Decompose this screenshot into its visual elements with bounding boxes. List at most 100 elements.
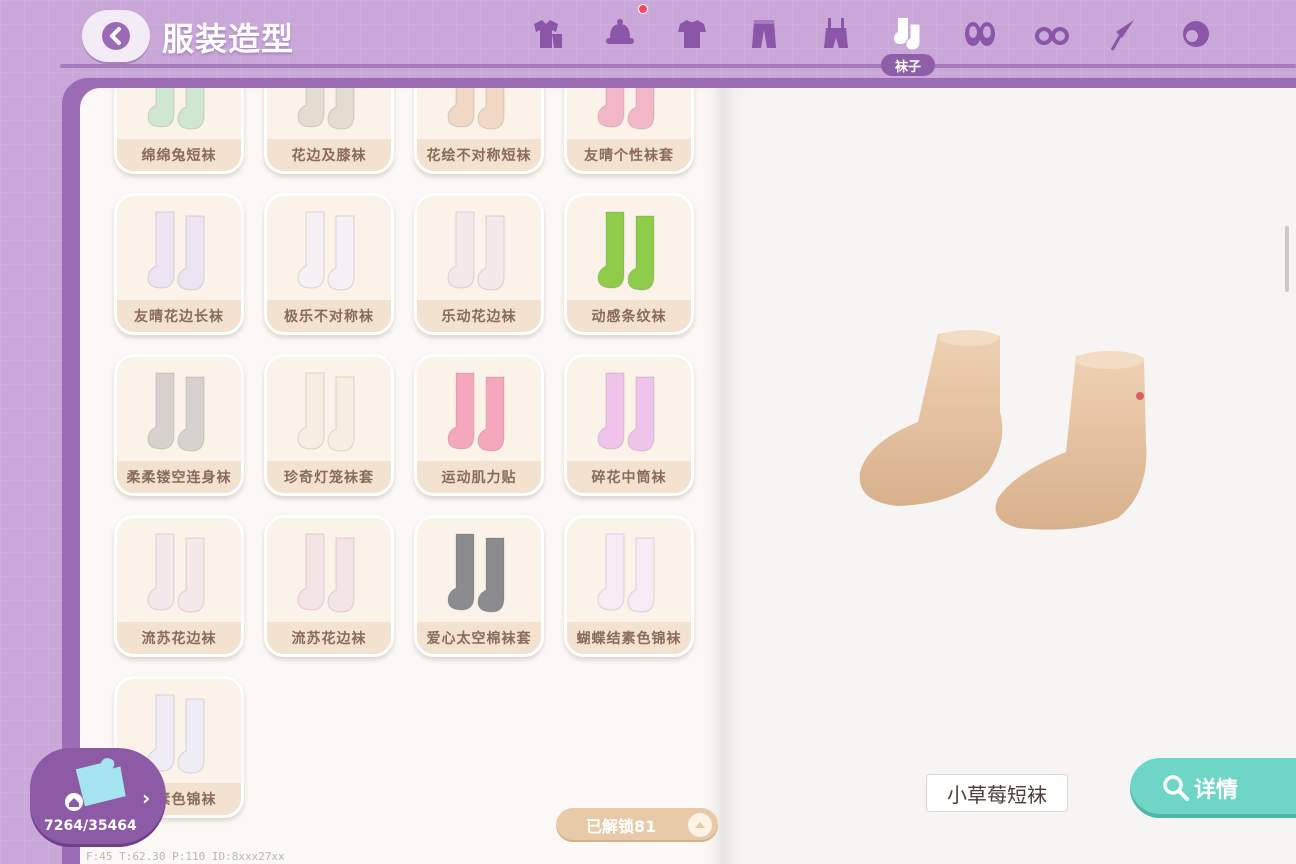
- tab-overalls[interactable]: [810, 12, 862, 56]
- item-thumbnail: [267, 518, 391, 626]
- item-thumbnail: [567, 88, 691, 143]
- item-thumbnail: [567, 518, 691, 626]
- item-card[interactable]: 爱心太空棉袜套: [414, 515, 544, 657]
- sock-icon: [447, 533, 505, 613]
- item-thumbnail: [267, 88, 391, 143]
- glasses-icon: [1035, 27, 1069, 45]
- tab-top[interactable]: [666, 12, 718, 56]
- overalls-icon: [824, 18, 848, 48]
- item-card[interactable]: 运动肌力贴: [414, 354, 544, 496]
- item-name: 花边及膝袜: [267, 139, 391, 171]
- sock-preview-image: [859, 330, 1147, 530]
- chevron-left-icon: [102, 22, 130, 50]
- category-tabs: [522, 12, 1222, 72]
- item-thumbnail: [267, 196, 391, 304]
- item-thumbnail: [117, 357, 241, 465]
- tab-glasses[interactable]: [1026, 12, 1078, 56]
- item-thumbnail: [117, 88, 241, 143]
- item-name: 蝴蝶结素色锦袜: [567, 622, 691, 654]
- sock-icon: [597, 533, 655, 613]
- item-thumbnail: [417, 518, 541, 626]
- collection-progress-button[interactable]: › 7264/35464: [30, 748, 166, 844]
- sock-icon: [597, 88, 655, 130]
- item-name: 流苏花边袜: [267, 622, 391, 654]
- active-tab-label: 袜子: [881, 54, 935, 76]
- page-title: 服装造型: [162, 20, 295, 58]
- details-button[interactable]: 详情: [1130, 758, 1296, 818]
- item-name: 友晴个性袜套: [567, 139, 691, 171]
- tab-hair[interactable]: [1170, 12, 1222, 56]
- puzzle-icon: [65, 758, 126, 811]
- item-thumbnail: [417, 357, 541, 465]
- sock-icon: [297, 533, 355, 613]
- item-thumbnail: [117, 518, 241, 626]
- sock-icon: [597, 211, 655, 291]
- item-thumbnail: [417, 196, 541, 304]
- back-button[interactable]: [82, 10, 150, 62]
- item-name: 绵绵兔短袜: [117, 139, 241, 171]
- search-icon: [1163, 775, 1189, 801]
- item-card[interactable]: 蝴蝶结素色锦袜: [564, 515, 694, 657]
- item-card[interactable]: 乐动花边袜: [414, 193, 544, 335]
- item-name: 友晴花边长袜: [117, 300, 241, 332]
- top-icon: [678, 20, 706, 48]
- item-name: 运动肌力贴: [417, 461, 541, 493]
- sock-icon: [147, 372, 205, 452]
- item-thumbnail: [267, 357, 391, 465]
- item-card[interactable]: 柔柔镂空连身袜: [114, 354, 244, 496]
- item-card[interactable]: 花边及膝袜: [264, 88, 394, 174]
- chevron-up-icon: [688, 813, 712, 837]
- pants-icon: [752, 20, 776, 48]
- item-name: 花绘不对称短袜: [417, 139, 541, 171]
- item-card[interactable]: 流苏花边袜: [114, 515, 244, 657]
- sock-icon: [447, 211, 505, 291]
- item-card[interactable]: 友晴个性袜套: [564, 88, 694, 174]
- tab-socks[interactable]: [882, 12, 934, 56]
- unlocked-count-toggle[interactable]: 已解锁81: [556, 808, 718, 842]
- item-thumbnail: [417, 88, 541, 143]
- hair-icon: [1183, 21, 1209, 47]
- item-thumbnail: [117, 196, 241, 304]
- sock-icon: [297, 88, 355, 130]
- chevron-right-icon: ›: [142, 786, 151, 810]
- tab-umbrella[interactable]: [1098, 12, 1150, 56]
- item-card[interactable]: 流苏花边袜: [264, 515, 394, 657]
- tab-outfit[interactable]: [522, 12, 574, 56]
- item-name: 珍奇灯笼袜套: [267, 461, 391, 493]
- sock-icon: [147, 211, 205, 291]
- item-name: 动感条纹袜: [567, 300, 691, 332]
- tab-shoes[interactable]: [954, 12, 1006, 56]
- item-name: 爱心太空棉袜套: [417, 622, 541, 654]
- item-card[interactable]: 绵绵兔短袜: [114, 88, 244, 174]
- tab-hat[interactable]: [594, 12, 646, 56]
- debug-overlay: F:45 T:62.30 P:110 ID:8xxx27xx: [86, 850, 285, 863]
- item-name: 极乐不对称袜: [267, 300, 391, 332]
- item-card[interactable]: 珍奇灯笼袜套: [264, 354, 394, 496]
- item-name: 乐动花边袜: [417, 300, 541, 332]
- item-thumbnail: [567, 357, 691, 465]
- details-label: 详情: [1194, 778, 1239, 803]
- item-card[interactable]: 极乐不对称袜: [264, 193, 394, 335]
- unlocked-label: 已解锁81: [586, 817, 657, 836]
- item-card[interactable]: 花绘不对称短袜: [414, 88, 544, 174]
- item-thumbnail: [567, 196, 691, 304]
- socks-icon: [894, 18, 921, 51]
- sock-icon: [447, 372, 505, 452]
- selected-item-name: 小草莓短袜: [926, 774, 1068, 812]
- outfit-icon: [534, 20, 562, 48]
- sock-icon: [147, 88, 205, 130]
- umbrella-icon: [1110, 20, 1134, 51]
- item-name: 流苏花边袜: [117, 622, 241, 654]
- sock-icon: [147, 533, 205, 613]
- item-name: 柔柔镂空连身袜: [117, 461, 241, 493]
- item-card[interactable]: 碎花中筒袜: [564, 354, 694, 496]
- sock-icon: [447, 88, 505, 130]
- shoes-icon: [965, 22, 995, 46]
- scrollbar[interactable]: [1285, 226, 1289, 292]
- collection-count: 7264/35464: [44, 818, 137, 834]
- notification-dot: [638, 4, 648, 14]
- item-list-page: 绵绵兔短袜 花边及膝袜 花绘不对称短袜 友晴个性袜套友晴花边长袜 极乐不对称袜 乐动花边袜…: [80, 88, 722, 864]
- item-card[interactable]: 动感条纹袜: [564, 193, 694, 335]
- item-card[interactable]: 友晴花边长袜: [114, 193, 244, 335]
- tab-pants[interactable]: [738, 12, 790, 56]
